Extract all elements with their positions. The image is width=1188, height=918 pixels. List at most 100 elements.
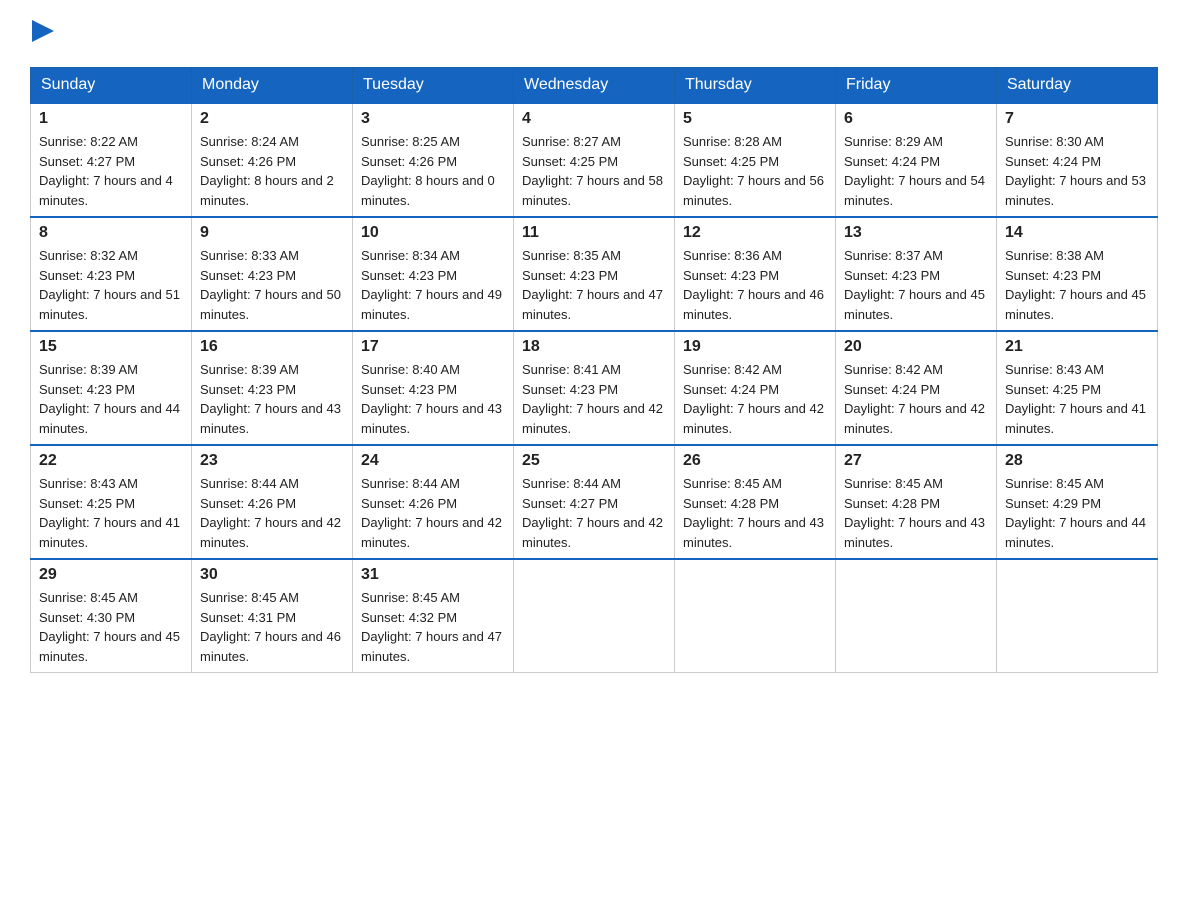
day-number: 1: [39, 110, 183, 128]
calendar-cell: [514, 559, 675, 673]
day-info: Sunrise: 8:24 AMSunset: 4:26 PMDaylight:…: [200, 132, 344, 210]
day-number: 25: [522, 452, 666, 470]
day-number: 4: [522, 110, 666, 128]
header-tuesday: Tuesday: [353, 68, 514, 104]
day-info: Sunrise: 8:45 AMSunset: 4:32 PMDaylight:…: [361, 588, 505, 666]
calendar-cell: 17 Sunrise: 8:40 AMSunset: 4:23 PMDaylig…: [353, 331, 514, 445]
calendar-cell: 26 Sunrise: 8:45 AMSunset: 4:28 PMDaylig…: [675, 445, 836, 559]
page-header: [30, 20, 1158, 47]
calendar-cell: 7 Sunrise: 8:30 AMSunset: 4:24 PMDayligh…: [997, 103, 1158, 217]
calendar-cell: 25 Sunrise: 8:44 AMSunset: 4:27 PMDaylig…: [514, 445, 675, 559]
header-monday: Monday: [192, 68, 353, 104]
day-number: 17: [361, 338, 505, 356]
calendar-cell: 31 Sunrise: 8:45 AMSunset: 4:32 PMDaylig…: [353, 559, 514, 673]
weekday-header-row: Sunday Monday Tuesday Wednesday Thursday…: [31, 68, 1158, 104]
day-info: Sunrise: 8:45 AMSunset: 4:30 PMDaylight:…: [39, 588, 183, 666]
calendar-cell: 13 Sunrise: 8:37 AMSunset: 4:23 PMDaylig…: [836, 217, 997, 331]
logo: [30, 20, 54, 47]
header-saturday: Saturday: [997, 68, 1158, 104]
calendar-cell: 28 Sunrise: 8:45 AMSunset: 4:29 PMDaylig…: [997, 445, 1158, 559]
day-number: 20: [844, 338, 988, 356]
day-number: 8: [39, 224, 183, 242]
day-info: Sunrise: 8:45 AMSunset: 4:28 PMDaylight:…: [683, 474, 827, 552]
calendar-cell: [997, 559, 1158, 673]
day-info: Sunrise: 8:44 AMSunset: 4:27 PMDaylight:…: [522, 474, 666, 552]
day-number: 14: [1005, 224, 1149, 242]
day-number: 15: [39, 338, 183, 356]
calendar-cell: 3 Sunrise: 8:25 AMSunset: 4:26 PMDayligh…: [353, 103, 514, 217]
day-info: Sunrise: 8:44 AMSunset: 4:26 PMDaylight:…: [361, 474, 505, 552]
day-number: 22: [39, 452, 183, 470]
day-number: 13: [844, 224, 988, 242]
day-number: 28: [1005, 452, 1149, 470]
day-number: 12: [683, 224, 827, 242]
day-info: Sunrise: 8:45 AMSunset: 4:31 PMDaylight:…: [200, 588, 344, 666]
week-row-5: 29 Sunrise: 8:45 AMSunset: 4:30 PMDaylig…: [31, 559, 1158, 673]
day-info: Sunrise: 8:39 AMSunset: 4:23 PMDaylight:…: [39, 360, 183, 438]
week-row-2: 8 Sunrise: 8:32 AMSunset: 4:23 PMDayligh…: [31, 217, 1158, 331]
day-info: Sunrise: 8:42 AMSunset: 4:24 PMDaylight:…: [683, 360, 827, 438]
day-number: 19: [683, 338, 827, 356]
calendar-cell: [675, 559, 836, 673]
day-number: 29: [39, 566, 183, 584]
day-info: Sunrise: 8:43 AMSunset: 4:25 PMDaylight:…: [1005, 360, 1149, 438]
day-number: 7: [1005, 110, 1149, 128]
day-number: 10: [361, 224, 505, 242]
day-info: Sunrise: 8:25 AMSunset: 4:26 PMDaylight:…: [361, 132, 505, 210]
day-info: Sunrise: 8:33 AMSunset: 4:23 PMDaylight:…: [200, 246, 344, 324]
day-info: Sunrise: 8:32 AMSunset: 4:23 PMDaylight:…: [39, 246, 183, 324]
calendar-table: Sunday Monday Tuesday Wednesday Thursday…: [30, 67, 1158, 673]
header-friday: Friday: [836, 68, 997, 104]
calendar-cell: 5 Sunrise: 8:28 AMSunset: 4:25 PMDayligh…: [675, 103, 836, 217]
day-number: 18: [522, 338, 666, 356]
day-info: Sunrise: 8:22 AMSunset: 4:27 PMDaylight:…: [39, 132, 183, 210]
calendar-cell: [836, 559, 997, 673]
day-number: 31: [361, 566, 505, 584]
calendar-cell: 20 Sunrise: 8:42 AMSunset: 4:24 PMDaylig…: [836, 331, 997, 445]
calendar-cell: 29 Sunrise: 8:45 AMSunset: 4:30 PMDaylig…: [31, 559, 192, 673]
calendar-cell: 24 Sunrise: 8:44 AMSunset: 4:26 PMDaylig…: [353, 445, 514, 559]
day-info: Sunrise: 8:35 AMSunset: 4:23 PMDaylight:…: [522, 246, 666, 324]
calendar-cell: 11 Sunrise: 8:35 AMSunset: 4:23 PMDaylig…: [514, 217, 675, 331]
day-info: Sunrise: 8:45 AMSunset: 4:29 PMDaylight:…: [1005, 474, 1149, 552]
day-info: Sunrise: 8:42 AMSunset: 4:24 PMDaylight:…: [844, 360, 988, 438]
logo-triangle-icon: [32, 20, 54, 42]
calendar-cell: 2 Sunrise: 8:24 AMSunset: 4:26 PMDayligh…: [192, 103, 353, 217]
header-sunday: Sunday: [31, 68, 192, 104]
calendar-cell: 30 Sunrise: 8:45 AMSunset: 4:31 PMDaylig…: [192, 559, 353, 673]
calendar-cell: 21 Sunrise: 8:43 AMSunset: 4:25 PMDaylig…: [997, 331, 1158, 445]
day-info: Sunrise: 8:41 AMSunset: 4:23 PMDaylight:…: [522, 360, 666, 438]
week-row-4: 22 Sunrise: 8:43 AMSunset: 4:25 PMDaylig…: [31, 445, 1158, 559]
day-number: 24: [361, 452, 505, 470]
calendar-cell: 27 Sunrise: 8:45 AMSunset: 4:28 PMDaylig…: [836, 445, 997, 559]
day-info: Sunrise: 8:44 AMSunset: 4:26 PMDaylight:…: [200, 474, 344, 552]
calendar-cell: 23 Sunrise: 8:44 AMSunset: 4:26 PMDaylig…: [192, 445, 353, 559]
header-thursday: Thursday: [675, 68, 836, 104]
calendar-cell: 16 Sunrise: 8:39 AMSunset: 4:23 PMDaylig…: [192, 331, 353, 445]
day-info: Sunrise: 8:29 AMSunset: 4:24 PMDaylight:…: [844, 132, 988, 210]
calendar-cell: 1 Sunrise: 8:22 AMSunset: 4:27 PMDayligh…: [31, 103, 192, 217]
week-row-1: 1 Sunrise: 8:22 AMSunset: 4:27 PMDayligh…: [31, 103, 1158, 217]
day-number: 6: [844, 110, 988, 128]
day-number: 30: [200, 566, 344, 584]
day-info: Sunrise: 8:36 AMSunset: 4:23 PMDaylight:…: [683, 246, 827, 324]
calendar-cell: 4 Sunrise: 8:27 AMSunset: 4:25 PMDayligh…: [514, 103, 675, 217]
calendar-cell: 22 Sunrise: 8:43 AMSunset: 4:25 PMDaylig…: [31, 445, 192, 559]
calendar-cell: 9 Sunrise: 8:33 AMSunset: 4:23 PMDayligh…: [192, 217, 353, 331]
day-info: Sunrise: 8:34 AMSunset: 4:23 PMDaylight:…: [361, 246, 505, 324]
day-number: 5: [683, 110, 827, 128]
day-number: 16: [200, 338, 344, 356]
calendar-cell: 10 Sunrise: 8:34 AMSunset: 4:23 PMDaylig…: [353, 217, 514, 331]
day-number: 23: [200, 452, 344, 470]
day-number: 2: [200, 110, 344, 128]
day-info: Sunrise: 8:39 AMSunset: 4:23 PMDaylight:…: [200, 360, 344, 438]
day-number: 21: [1005, 338, 1149, 356]
calendar-cell: 6 Sunrise: 8:29 AMSunset: 4:24 PMDayligh…: [836, 103, 997, 217]
day-info: Sunrise: 8:27 AMSunset: 4:25 PMDaylight:…: [522, 132, 666, 210]
calendar-cell: 8 Sunrise: 8:32 AMSunset: 4:23 PMDayligh…: [31, 217, 192, 331]
day-info: Sunrise: 8:40 AMSunset: 4:23 PMDaylight:…: [361, 360, 505, 438]
day-number: 3: [361, 110, 505, 128]
day-number: 26: [683, 452, 827, 470]
header-wednesday: Wednesday: [514, 68, 675, 104]
day-info: Sunrise: 8:45 AMSunset: 4:28 PMDaylight:…: [844, 474, 988, 552]
